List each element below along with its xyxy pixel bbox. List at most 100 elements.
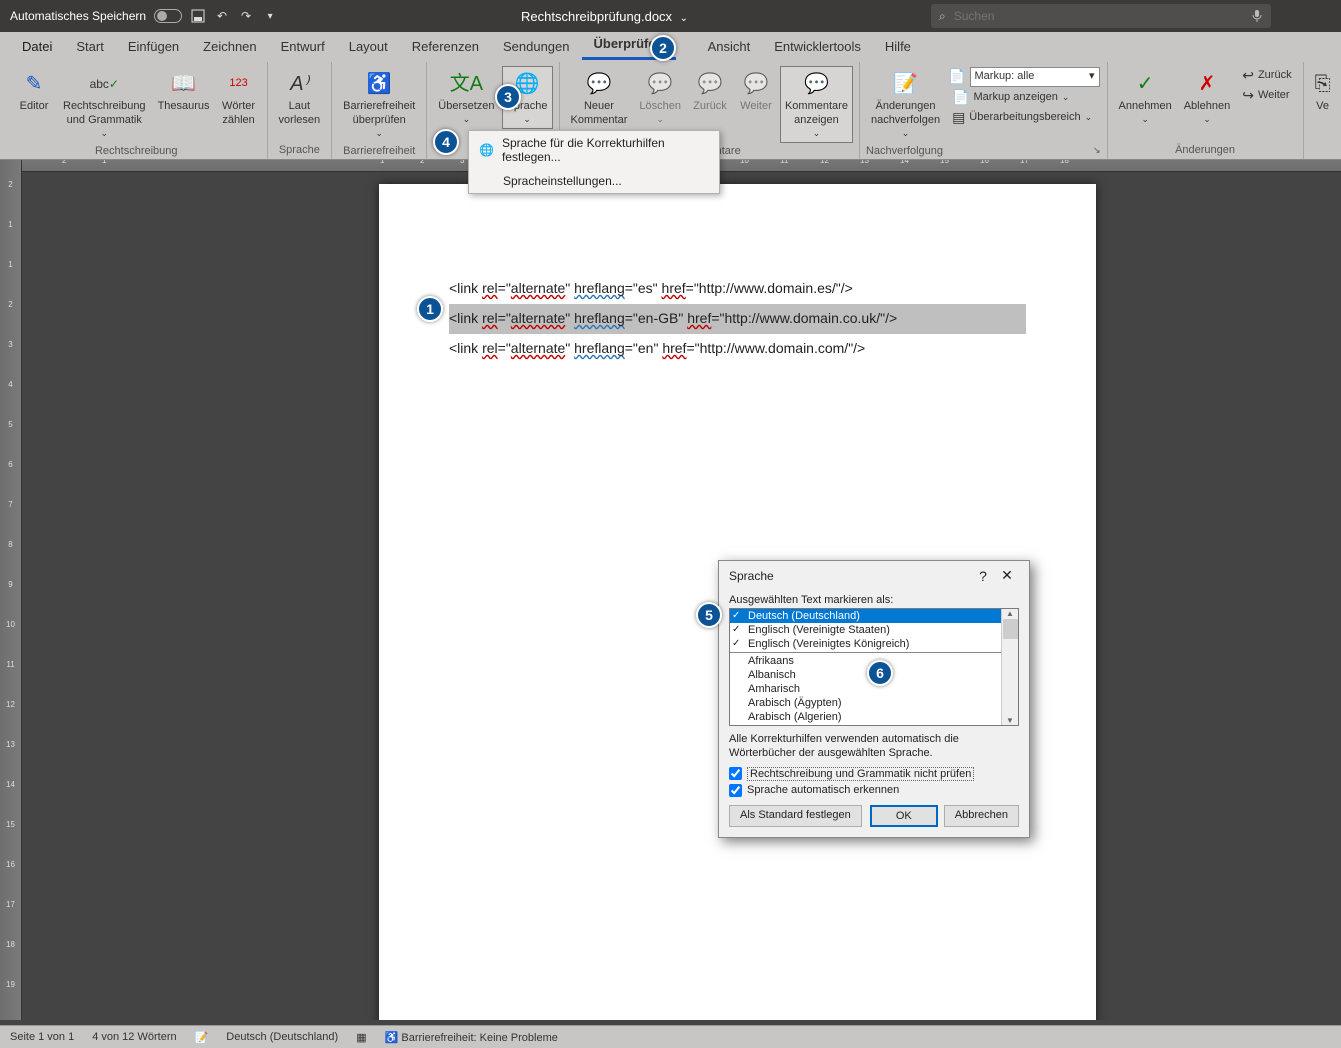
lang-row-en-us[interactable]: ✓Englisch (Vereinigte Staaten) bbox=[730, 623, 1018, 637]
accessibility-person-icon: ♿ bbox=[385, 1032, 399, 1044]
read-aloud-label: Laut vorlesen bbox=[279, 100, 321, 128]
read-aloud-button[interactable]: A⁾ Laut vorlesen bbox=[274, 66, 326, 132]
tab-ansicht[interactable]: Ansicht bbox=[696, 34, 763, 60]
tab-zeichnen[interactable]: Zeichnen bbox=[191, 34, 268, 60]
autosave-toggle[interactable] bbox=[154, 9, 182, 23]
qat-more-icon[interactable]: ▾ bbox=[262, 8, 278, 24]
dialog-help-button[interactable]: ? bbox=[971, 568, 995, 584]
code-line-3[interactable]: <link rel="alternate" hreflang="en" href… bbox=[449, 334, 1026, 364]
search-input[interactable] bbox=[954, 9, 1243, 23]
ok-button[interactable]: OK bbox=[870, 805, 938, 827]
next-comment-button[interactable]: 💬 Weiter bbox=[734, 66, 778, 118]
set-proofing-language-label: Sprache für die Korrekturhilfen festlege… bbox=[502, 136, 709, 164]
do-not-check-input[interactable] bbox=[729, 767, 742, 780]
accessibility-button[interactable]: ♿ Barrierefreiheit überprüfen ⌄ bbox=[338, 66, 420, 143]
language-dropdown-menu: 🌐 Sprache für die Korrekturhilfen festle… bbox=[468, 130, 720, 194]
delete-comment-label: Löschen bbox=[639, 100, 681, 114]
detect-auto-input[interactable] bbox=[729, 784, 742, 797]
save-icon[interactable] bbox=[190, 8, 206, 24]
editor-icon: ✎ bbox=[26, 70, 43, 98]
editor-button[interactable]: ✎ Editor bbox=[12, 66, 56, 118]
mic-icon[interactable] bbox=[1251, 9, 1263, 23]
new-comment-label: Neuer Kommentar bbox=[571, 100, 628, 128]
status-page[interactable]: Seite 1 von 1 bbox=[10, 1031, 74, 1043]
code-line-1[interactable]: <link rel="alternate" hreflang="es" href… bbox=[449, 274, 1026, 304]
spelling-grammar-button[interactable]: abc✓ Rechtschreibung und Grammatik ⌄ bbox=[58, 66, 151, 143]
word-count-button[interactable]: 123 Wörter zählen bbox=[217, 66, 261, 132]
prev-comment-button[interactable]: 💬 Zurück bbox=[688, 66, 732, 118]
speaker-icon: A⁾ bbox=[290, 70, 308, 98]
tab-datei[interactable]: Datei bbox=[10, 34, 64, 60]
search-icon: ⌕ bbox=[939, 9, 946, 24]
group-barrierefreiheit: Barrierefreiheit bbox=[338, 143, 420, 159]
lang-row-ar-dz[interactable]: Arabisch (Algerien) bbox=[730, 710, 1018, 724]
language-preferences-item[interactable]: Spracheinstellungen... bbox=[469, 169, 719, 193]
tab-sendungen[interactable]: Sendungen bbox=[491, 34, 582, 60]
tab-start[interactable]: Start bbox=[64, 34, 115, 60]
prev-change-button[interactable]: ↩ Zurück bbox=[1237, 66, 1296, 86]
lang-row-de[interactable]: ✓Deutsch (Deutschland) bbox=[730, 609, 1018, 623]
compare-icon: ⎘ bbox=[1315, 70, 1331, 98]
status-language[interactable]: Deutsch (Deutschland) bbox=[226, 1031, 338, 1043]
track-changes-button[interactable]: 📝 Änderungen nachverfolgen ⌄ bbox=[866, 66, 945, 143]
undo-icon[interactable]: ↶ bbox=[214, 8, 230, 24]
tab-entwurf[interactable]: Entwurf bbox=[269, 34, 337, 60]
annotation-marker-5: 5 bbox=[696, 602, 722, 628]
set-default-button[interactable]: Als Standard festlegen bbox=[729, 805, 862, 827]
accept-label: Annehmen bbox=[1119, 100, 1172, 114]
markup-select[interactable]: 📄 Markup: alle▾ bbox=[947, 66, 1100, 88]
detect-auto-checkbox[interactable]: Sprache automatisch erkennen bbox=[729, 784, 1019, 797]
reject-icon: ✗ bbox=[1199, 70, 1216, 98]
scroll-thumb[interactable] bbox=[1003, 619, 1018, 639]
status-accessibility[interactable]: ♿ Barrierefreiheit: Keine Probleme bbox=[385, 1031, 558, 1044]
document-title[interactable]: Rechtschreibprüfung.docx bbox=[521, 9, 672, 24]
status-macros-icon[interactable]: ▦ bbox=[356, 1031, 366, 1044]
reviewing-pane-button[interactable]: ▤ Überarbeitungsbereich⌄ bbox=[947, 108, 1097, 128]
lang-row-en-gb[interactable]: ✓Englisch (Vereinigtes Königreich) bbox=[730, 637, 1018, 651]
spellcheck-icon: ✓ bbox=[732, 610, 740, 621]
thesaurus-label: Thesaurus bbox=[158, 100, 210, 114]
translate-button[interactable]: 文A Übersetzen ⌄ bbox=[433, 66, 499, 129]
tab-hilfe[interactable]: Hilfe bbox=[873, 34, 923, 60]
group-nachverfolgung: Nachverfolgung ↘ bbox=[866, 143, 1101, 159]
vertical-ruler[interactable]: 2112345678910111213141516171819 bbox=[0, 160, 22, 1020]
cancel-button[interactable]: Abbrechen bbox=[944, 805, 1019, 827]
title-chevron-icon[interactable]: ⌄ bbox=[680, 13, 688, 24]
tab-entwickler[interactable]: Entwicklertools bbox=[762, 34, 873, 60]
delete-comment-icon: 💬 bbox=[648, 70, 673, 98]
set-proofing-language-item[interactable]: 🌐 Sprache für die Korrekturhilfen festle… bbox=[469, 131, 719, 169]
reject-label: Ablehnen bbox=[1184, 100, 1231, 114]
redo-icon[interactable]: ↷ bbox=[238, 8, 254, 24]
status-spellcheck-icon[interactable]: 📝 bbox=[195, 1031, 209, 1044]
reviewing-pane-label: Überarbeitungsbereich bbox=[969, 111, 1080, 125]
lang-row-ar-eg[interactable]: Arabisch (Ägypten) bbox=[730, 696, 1018, 710]
language-list-scrollbar[interactable]: ▲ ▼ bbox=[1001, 609, 1018, 725]
delete-comment-button[interactable]: 💬 Löschen ⌄ bbox=[634, 66, 686, 129]
show-markup-icon: 📄 bbox=[952, 90, 969, 106]
thesaurus-button[interactable]: 📖 Thesaurus bbox=[153, 66, 215, 118]
compare-button[interactable]: ⎘ Ve bbox=[1310, 66, 1336, 118]
accept-button[interactable]: ✓ Annehmen ⌄ bbox=[1114, 66, 1177, 129]
markup-select-icon: 📄 bbox=[948, 69, 965, 85]
show-comments-button[interactable]: 💬 Kommentare anzeigen ⌄ bbox=[780, 66, 853, 143]
scroll-down-icon[interactable]: ▼ bbox=[1006, 716, 1014, 725]
tab-referenzen[interactable]: Referenzen bbox=[400, 34, 491, 60]
tab-einfuegen[interactable]: Einfügen bbox=[116, 34, 191, 60]
dialog-close-button[interactable]: ✕ bbox=[995, 567, 1019, 584]
next-change-button[interactable]: ↪ Weiter bbox=[1237, 86, 1294, 106]
code-line-2-selected[interactable]: <link rel="alternate" hreflang="en-GB" h… bbox=[449, 304, 1026, 334]
new-comment-button[interactable]: 💬 Neuer Kommentar bbox=[566, 66, 633, 132]
autosave-label: Automatisches Speichern bbox=[10, 9, 146, 23]
reject-button[interactable]: ✗ Ablehnen ⌄ bbox=[1179, 66, 1236, 129]
track-changes-label: Änderungen nachverfolgen bbox=[871, 100, 940, 128]
word-count-label: Wörter zählen bbox=[222, 100, 255, 128]
language-preferences-label: Spracheinstellungen... bbox=[503, 174, 622, 188]
track-changes-icon: 📝 bbox=[893, 70, 918, 98]
show-markup-button[interactable]: 📄 Markup anzeigen⌄ bbox=[947, 88, 1074, 108]
status-words[interactable]: 4 von 12 Wörtern bbox=[92, 1031, 176, 1043]
tab-layout[interactable]: Layout bbox=[337, 34, 400, 60]
do-not-check-checkbox[interactable]: Rechtschreibung und Grammatik nicht prüf… bbox=[729, 767, 1019, 781]
scroll-up-icon[interactable]: ▲ bbox=[1006, 609, 1014, 618]
new-comment-icon: 💬 bbox=[586, 70, 611, 98]
search-box[interactable]: ⌕ bbox=[931, 4, 1271, 28]
